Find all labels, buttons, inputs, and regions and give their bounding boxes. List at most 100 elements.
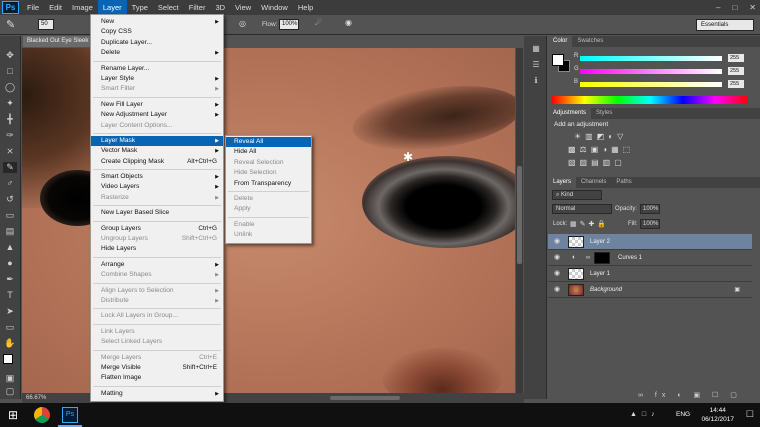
blue-slider[interactable] [580, 82, 722, 87]
flow-field[interactable]: 100% [279, 19, 299, 30]
menu-item-merge-visible[interactable]: Merge Visible Shift+Ctrl+E [91, 363, 223, 373]
tab-styles[interactable]: Styles [591, 108, 617, 119]
menu-image[interactable]: Image [67, 0, 98, 15]
chrome-icon[interactable] [34, 407, 50, 423]
menu-item-new-fill-layer[interactable]: New Fill Layer ▶ [91, 100, 223, 110]
link-icon[interactable]: ∞ [586, 250, 590, 266]
menu-item-rename-layer[interactable]: Rename Layer... [91, 64, 223, 74]
menu-item-create-clipping-mask[interactable]: Create Clipping Mask Alt+Ctrl+G [91, 157, 223, 167]
vertical-scrollbar[interactable] [516, 48, 523, 393]
menu-item-new-adjustment-layer[interactable]: New Adjustment Layer ▶ [91, 110, 223, 120]
layer-row-background[interactable]: ◉ Background ▣ [548, 282, 752, 298]
menu-item-vector-mask[interactable]: Vector Mask ▶ [91, 146, 223, 156]
menu-item-smart-objects[interactable]: Smart Objects ▶ [91, 172, 223, 182]
quick-mask-icon[interactable]: ▣ [3, 373, 17, 384]
menu-view[interactable]: View [230, 0, 256, 15]
menu-item-group-layers[interactable]: Group Layers Ctrl+G [91, 224, 223, 234]
screen-mode-icon[interactable]: ▢ [3, 386, 17, 397]
airbrush-icon[interactable]: ☄ [315, 18, 322, 27]
healing-tool-icon[interactable]: ⨯ [3, 146, 17, 157]
eyedropper-tool-icon[interactable]: ✑ [3, 130, 17, 141]
menu-3d[interactable]: 3D [210, 0, 230, 15]
menu-window[interactable]: Window [256, 0, 293, 15]
submenu-item-from-transparency[interactable]: From Transparency [226, 179, 311, 189]
brush-tool-icon[interactable]: ✎ [6, 18, 15, 31]
gradient-tool-icon[interactable]: ▤ [3, 226, 17, 237]
blur-tool-icon[interactable]: ▲ [3, 242, 17, 253]
menu-help[interactable]: Help [293, 0, 318, 15]
adjustment-icons-row-1[interactable]: ☀▥◩◐▽ [574, 132, 627, 141]
history-brush-tool-icon[interactable]: ↺ [3, 194, 17, 205]
crop-tool-icon[interactable]: ╋ [3, 114, 17, 125]
layer-row-layer-1[interactable]: ◉ Layer 1 [548, 266, 752, 282]
layer-name[interactable]: Background [590, 282, 622, 298]
layer-name[interactable]: Layer 2 [590, 234, 610, 250]
blend-mode-select[interactable]: Normal [552, 204, 612, 214]
menu-type[interactable]: Type [127, 0, 153, 15]
layer-filter-select[interactable]: ⌕ Kind [552, 190, 602, 200]
workspace-select[interactable]: Essentials [696, 19, 754, 31]
tab-layers[interactable]: Layers [548, 177, 577, 188]
menu-item-video-layers[interactable]: Video Layers ▶ [91, 182, 223, 192]
menu-item-hide-layers[interactable]: Hide Layers [91, 244, 223, 254]
type-tool-icon[interactable]: T [3, 290, 17, 301]
notifications-icon[interactable]: ☐ [746, 409, 754, 420]
visibility-eye-icon[interactable]: ◉ [554, 266, 560, 282]
green-value-field[interactable]: 255 [728, 67, 744, 75]
clock[interactable]: 14:44 06/12/2017 [701, 406, 734, 424]
airbrush-pressure-icon[interactable]: ◎ [239, 19, 246, 28]
move-tool-icon[interactable]: ✥ [3, 50, 17, 61]
tab-adjustments[interactable]: Adjustments [548, 108, 592, 119]
red-slider[interactable] [580, 56, 722, 61]
menu-item-layer-mask[interactable]: Layer Mask ▶ [91, 135, 223, 147]
menu-file[interactable]: File [22, 0, 44, 15]
menu-item-matting[interactable]: Matting ▶ [91, 389, 223, 399]
zoom-level[interactable]: 66.67% [26, 395, 46, 401]
visibility-eye-icon[interactable]: ◉ [554, 250, 560, 266]
adjustment-icons-row-3[interactable]: ▧▨▤▥▢ [568, 158, 626, 167]
submenu-item-reveal-all[interactable]: Reveal All [226, 137, 311, 148]
fill-field[interactable]: 100% [640, 219, 660, 229]
menu-item-arrange[interactable]: Arrange ▶ [91, 260, 223, 270]
menu-item-copy-css[interactable]: Copy CSS [91, 27, 223, 37]
menu-item-delete[interactable]: Delete ▶ [91, 48, 223, 58]
layer-mask-thumbnail[interactable] [594, 252, 610, 264]
stamp-tool-icon[interactable]: ♂ [3, 178, 17, 189]
pressure-size-icon[interactable]: ◉ [345, 18, 352, 27]
brush-size-picker[interactable]: 50 [38, 19, 54, 30]
menu-item-flatten-image[interactable]: Flatten Image [91, 373, 223, 383]
info-panel-icon[interactable]: ℹ [531, 76, 541, 86]
tab-channels[interactable]: Channels [576, 177, 611, 188]
menu-item-new-layer-based-slice[interactable]: New Layer Based Slice [91, 208, 223, 218]
menu-filter[interactable]: Filter [184, 0, 211, 15]
lock-icons[interactable]: ▦✎✚🔒 [570, 220, 609, 228]
shape-tool-icon[interactable]: ▭ [3, 322, 17, 333]
visibility-eye-icon[interactable]: ◉ [554, 282, 560, 298]
quick-select-tool-icon[interactable]: ✦ [3, 98, 17, 109]
layers-footer-icons[interactable]: ∞ fx ◐ ▣ ☐ ▢ [638, 391, 742, 399]
color-spectrum-ramp[interactable] [552, 96, 748, 104]
properties-panel-icon[interactable]: ☰ [531, 60, 541, 70]
layer-row-layer-2[interactable]: ◉ Layer 2 [548, 234, 752, 250]
pen-tool-icon[interactable]: ✒ [3, 274, 17, 285]
horizontal-scroll-thumb[interactable] [330, 396, 400, 400]
history-panel-icon[interactable]: ▦ [531, 44, 541, 54]
layer-name[interactable]: Curves 1 [618, 250, 642, 266]
blue-value-field[interactable]: 255 [728, 80, 744, 88]
menu-edit[interactable]: Edit [44, 0, 67, 15]
hand-tool-icon[interactable]: ✋ [3, 338, 17, 349]
foreground-color-swatch[interactable] [3, 354, 13, 364]
path-select-tool-icon[interactable]: ➤ [3, 306, 17, 317]
adjustment-icons-row-2[interactable]: ▩⚖▣◑▦⬚ [568, 145, 634, 154]
eraser-tool-icon[interactable]: ▭ [3, 210, 17, 221]
restore-icon[interactable]: □ [732, 3, 737, 12]
tab-color[interactable]: Color [548, 36, 573, 47]
marquee-tool-icon[interactable]: □ [3, 66, 17, 77]
menu-item-layer-style[interactable]: Layer Style ▶ [91, 74, 223, 84]
tab-paths[interactable]: Paths [611, 177, 636, 188]
menu-select[interactable]: Select [153, 0, 184, 15]
tray-icons[interactable]: ▲□♪ [630, 411, 660, 418]
layer-row-curves-1[interactable]: ◉ ◐ ∞ Curves 1 [548, 250, 752, 266]
menu-layer[interactable]: Layer [97, 0, 127, 15]
photoshop-taskbar-icon[interactable]: Ps [62, 407, 78, 423]
